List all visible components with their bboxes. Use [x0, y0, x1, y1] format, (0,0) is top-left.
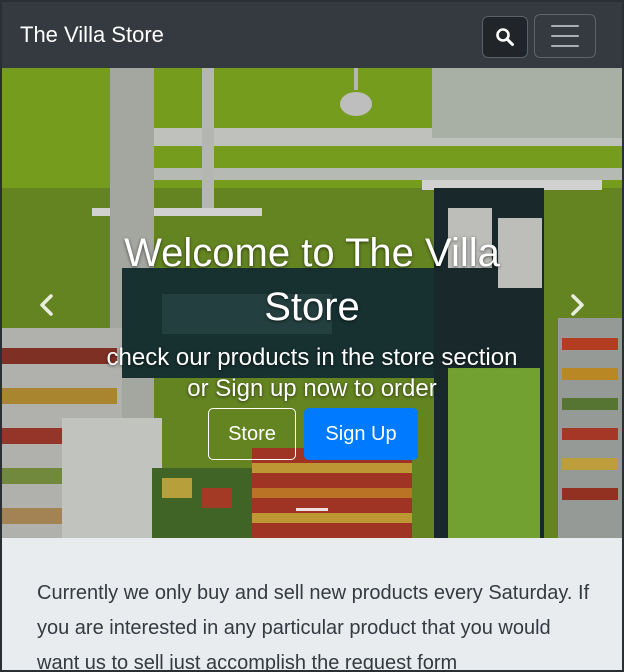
info-text: Currently we only buy and sell new produ… — [37, 582, 590, 672]
hamburger-menu-icon — [551, 25, 579, 27]
carousel-indicator[interactable] — [296, 508, 328, 511]
hero-caption: Welcome to The Villa Store check our pro… — [102, 226, 522, 404]
chevron-left-icon — [40, 294, 53, 316]
search-icon — [496, 28, 514, 46]
signup-button[interactable]: Sign Up — [304, 408, 418, 460]
hero-button-group: Store Sign Up — [208, 408, 418, 460]
carousel-prev-button[interactable] — [32, 290, 62, 320]
chevron-right-icon — [571, 294, 584, 316]
hero-title: Welcome to The Villa Store — [124, 231, 500, 329]
page: The Villa Store Welcome to The Villa Sto… — [0, 0, 624, 672]
search-button[interactable] — [482, 16, 528, 58]
store-button[interactable]: Store — [208, 408, 296, 460]
navbar: The Villa Store — [2, 2, 622, 68]
hero-subtitle: check our products in the store section … — [106, 344, 518, 402]
brand-logo[interactable]: The Villa Store — [20, 20, 164, 50]
navbar-toggler-button[interactable] — [534, 14, 596, 58]
carousel-next-button[interactable] — [562, 290, 592, 320]
hero-carousel: Welcome to The Villa Store check our pro… — [2, 68, 622, 538]
